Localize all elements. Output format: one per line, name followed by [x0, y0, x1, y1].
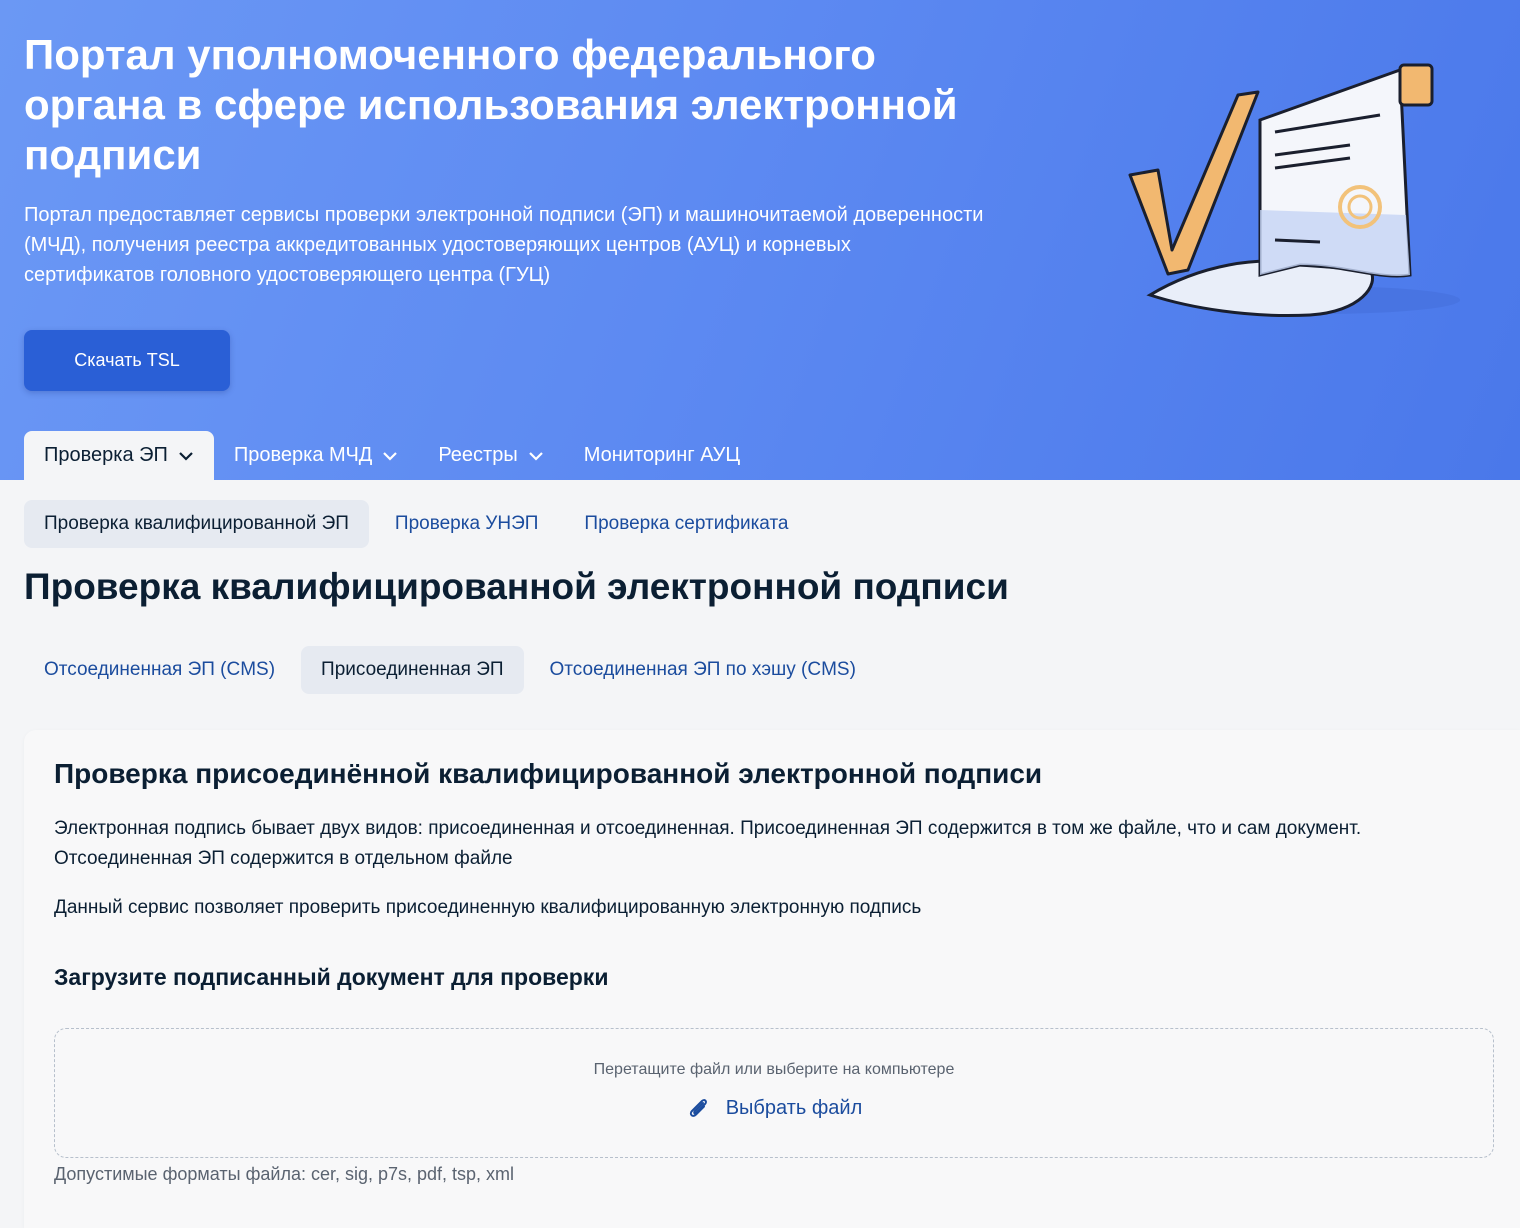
tab-label: Проверка ЭП — [44, 444, 168, 466]
chevron-down-icon — [179, 451, 193, 461]
choose-file-label: Выбрать файл — [725, 1096, 863, 1119]
tab-label: Проверка МЧД — [233, 444, 373, 466]
allowed-formats: Допустимые форматы файла: cer, sig, p7s,… — [54, 1164, 515, 1184]
download-tsl-button[interactable]: Скачать TSL — [24, 330, 230, 391]
sub-tabs: Проверка квалифицированной ЭП Проверка У… — [24, 500, 809, 548]
tab-check-mchd[interactable]: Проверка МЧД — [214, 431, 418, 480]
choose-file-link[interactable]: Выбрать файл — [55, 1095, 1493, 1121]
paperclip-icon — [689, 1099, 707, 1117]
tab-label: Мониторинг АУЦ — [583, 444, 741, 466]
upload-title: Загрузите подписанный документ для прове… — [54, 964, 609, 990]
signature-types-description: Электронная подпись бывает двух видов: п… — [54, 818, 1362, 869]
tab-registries[interactable]: Реестры — [418, 431, 563, 480]
signed-document-illustration — [1128, 63, 1460, 317]
subtab-certificate[interactable]: Проверка сертификата — [564, 500, 808, 548]
tab-attached[interactable]: Присоединенная ЭП — [301, 646, 524, 694]
tab-check-signature[interactable]: Проверка ЭП — [24, 431, 214, 480]
tab-monitoring-auc[interactable]: Мониторинг АУЦ — [564, 431, 760, 480]
verification-card: Проверка присоединённой квалифицированно… — [24, 730, 1520, 1228]
hero-banner: Портал уполномоченного федерального орга… — [0, 0, 1520, 480]
file-dropzone[interactable]: Перетащите файл или выберите на компьюте… — [54, 1028, 1494, 1158]
card-title: Проверка присоединённой квалифицированно… — [54, 758, 1043, 789]
tab-label: Реестры — [438, 444, 518, 466]
tab-detached-cms[interactable]: Отсоединенная ЭП (CMS) — [24, 646, 295, 694]
service-description: Данный сервис позволяет проверить присое… — [54, 897, 922, 918]
portal-description: Портал предоставляет сервисы проверки эл… — [24, 204, 984, 286]
tab-detached-hash-cms[interactable]: Отсоединенная ЭП по хэшу (CMS) — [530, 646, 876, 694]
chevron-down-icon — [528, 451, 543, 461]
page-title: Проверка квалифицированной электронной п… — [24, 566, 1009, 607]
drop-hint: Перетащите файл или выберите на компьюте… — [593, 1061, 955, 1078]
subtab-qualified-signature[interactable]: Проверка квалифицированной ЭП — [24, 500, 369, 548]
chevron-down-icon — [383, 451, 398, 461]
main-tabs: Проверка ЭП Проверка МЧД Реестры Монитор… — [24, 431, 760, 480]
subtab-unep[interactable]: Проверка УНЭП — [375, 500, 558, 548]
signature-type-tabs: Отсоединенная ЭП (CMS) Присоединенная ЭП… — [24, 646, 876, 694]
portal-title: Портал уполномоченного федерального орга… — [24, 31, 958, 178]
